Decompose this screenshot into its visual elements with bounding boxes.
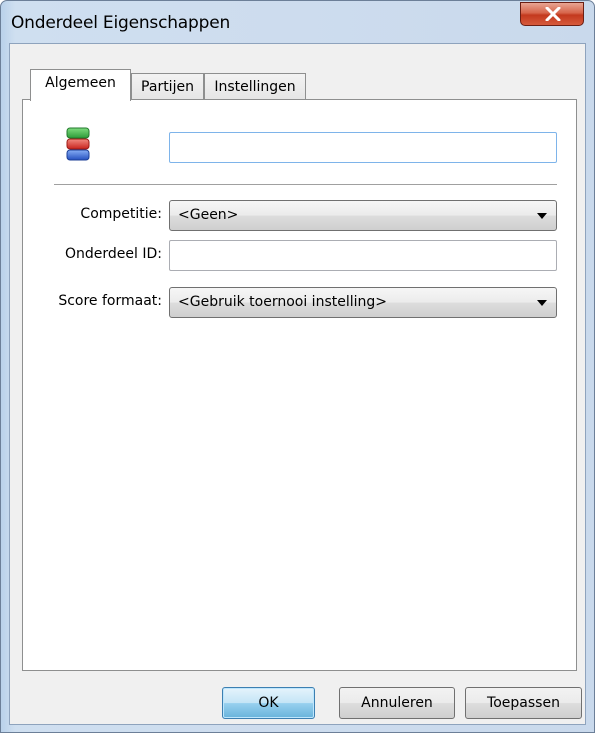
stacked-blocks-icon — [66, 127, 90, 161]
score-format-label: Score formaat: — [58, 293, 162, 309]
event-id-label: Onderdeel ID: — [65, 246, 162, 262]
competition-value: <Geen> — [178, 207, 239, 223]
score-format-dropdown[interactable]: <Gebruik toernooi instelling> — [169, 287, 557, 318]
title-bar[interactable]: Onderdeel Eigenschappen — [1, 1, 594, 43]
tab-label: Instellingen — [214, 79, 296, 95]
tab-label: Partijen — [141, 79, 194, 95]
ok-button[interactable]: OK — [222, 687, 315, 719]
close-icon — [545, 7, 561, 21]
cancel-button[interactable]: Annuleren — [339, 687, 455, 719]
score-format-value: <Gebruik toernooi instelling> — [178, 294, 387, 310]
tab-partijen[interactable]: Partijen — [131, 73, 204, 100]
competition-label: Competitie: — [80, 206, 162, 222]
close-button[interactable] — [520, 2, 584, 26]
window-title: Onderdeel Eigenschappen — [11, 13, 231, 33]
event-name-input[interactable] — [169, 132, 557, 163]
tab-label: Algemeen — [45, 75, 116, 91]
event-id-input[interactable] — [169, 240, 557, 271]
separator-line — [54, 184, 557, 186]
competition-dropdown[interactable]: <Geen> — [169, 200, 557, 231]
tab-instellingen[interactable]: Instellingen — [204, 73, 306, 100]
chevron-down-icon — [537, 213, 547, 219]
tab-algemeen[interactable]: Algemeen — [30, 69, 131, 101]
chevron-down-icon — [537, 300, 547, 306]
apply-button[interactable]: Toepassen — [465, 687, 582, 719]
